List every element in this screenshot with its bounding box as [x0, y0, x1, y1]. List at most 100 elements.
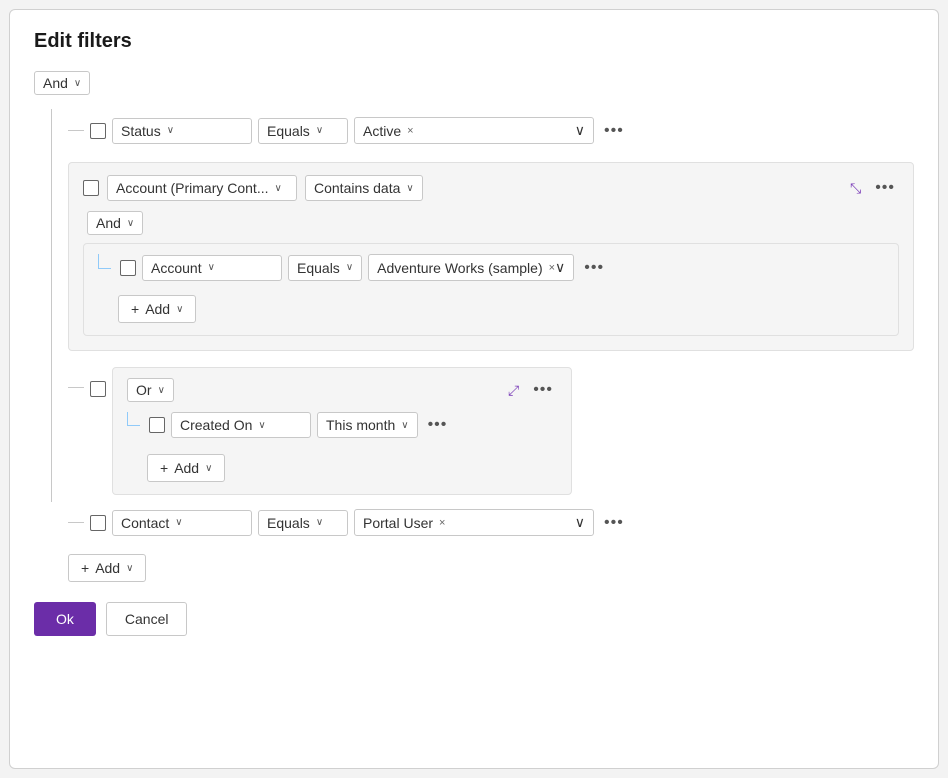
or-add-chevron: ∨	[205, 463, 212, 474]
row1-connector	[68, 130, 84, 131]
status-checkbox[interactable]	[90, 123, 106, 139]
contact-checkbox[interactable]	[90, 515, 106, 531]
contact-operator-select[interactable]: Equals ∨	[258, 510, 348, 536]
account-primary-dots-btn[interactable]: •••	[871, 177, 899, 199]
ok-button[interactable]: Ok	[34, 602, 96, 636]
account-inner-row: Account ∨ Equals ∨ Adventure Works (samp…	[98, 254, 884, 281]
account-primary-header-right: ⤡ •••	[850, 177, 899, 199]
account-primary-field-label: Account (Primary Cont...	[116, 180, 269, 196]
main-add-chevron: ∨	[126, 563, 133, 574]
status-field-select[interactable]: Status ∨	[112, 118, 252, 144]
created-on-operator-select[interactable]: This month ∨	[317, 412, 418, 438]
created-on-field-chevron: ∨	[258, 420, 265, 431]
account-primary-operator-chevron: ∨	[406, 183, 413, 194]
or-add-label: Add	[174, 460, 199, 476]
account-inner-operator-chevron: ∨	[346, 262, 353, 273]
status-value-close[interactable]: ×	[407, 125, 413, 137]
status-value-tag: Active ×	[363, 123, 414, 139]
dialog-title: Edit filters	[34, 30, 914, 53]
status-value-chevron: ∨	[575, 122, 585, 139]
created-on-row: Created On ∨ This month ∨ •••	[127, 412, 557, 438]
inner-add-button[interactable]: + Add ∨	[118, 295, 196, 323]
account-primary-field-chevron: ∨	[275, 183, 282, 194]
or-dots-btn[interactable]: •••	[529, 379, 557, 401]
inner-and-operator-area: And ∨	[87, 211, 899, 235]
account-primary-collapse-icon[interactable]: ⤡	[850, 180, 861, 197]
main-connector-line	[51, 109, 52, 502]
or-group-top-bar: Or ∨ ⤢ •••	[127, 378, 557, 402]
or-add-button[interactable]: + Add ∨	[147, 454, 225, 482]
contact-value-field[interactable]: Portal User × ∨	[354, 509, 594, 536]
inner-add-plus: +	[131, 301, 139, 317]
account-inner-field-label: Account	[151, 260, 202, 276]
inner-add-area: + Add ∨	[118, 289, 884, 323]
account-inner-operator-select[interactable]: Equals ∨	[288, 255, 362, 281]
account-inner-field-select[interactable]: Account ∨	[142, 255, 282, 281]
account-primary-operator-select[interactable]: Contains data ∨	[305, 175, 423, 201]
account-inner-value-chevron: ∨	[555, 259, 565, 276]
or-group-outer-checkbox[interactable]	[90, 381, 106, 397]
contact-value-close[interactable]: ×	[439, 517, 445, 529]
contact-dots-btn[interactable]: •••	[600, 512, 628, 534]
created-on-operator-chevron: ∨	[401, 420, 408, 431]
or-inner-group: Or ∨ ⤢ •••	[112, 367, 572, 495]
status-value-field[interactable]: Active × ∨	[354, 117, 594, 144]
inner-and-button[interactable]: And ∨	[87, 211, 143, 235]
inner-add-label: Add	[145, 301, 170, 317]
account-primary-nested-group: Account (Primary Cont... ∨ Contains data…	[68, 162, 914, 351]
account-inner-group: Account ∨ Equals ∨ Adventure Works (samp…	[83, 243, 899, 336]
or-operator-chevron: ∨	[158, 385, 165, 396]
main-add-plus: +	[81, 560, 89, 576]
created-on-operator-label: This month	[326, 417, 395, 433]
status-dots-btn[interactable]: •••	[600, 120, 628, 142]
account-inner-value-tag: Adventure Works (sample) ×	[377, 260, 555, 276]
main-add-area: + Add ∨	[68, 548, 914, 582]
created-on-field-label: Created On	[180, 417, 252, 433]
bottom-buttons-area: Ok Cancel	[34, 602, 914, 636]
account-inner-value-field[interactable]: Adventure Works (sample) × ∨	[368, 254, 574, 281]
account-inner-field-chevron: ∨	[208, 262, 215, 273]
filters-area: Status ∨ Equals ∨ Active × ∨ •••	[34, 109, 914, 582]
or-operator-button[interactable]: Or ∨	[127, 378, 174, 402]
account-primary-field-select[interactable]: Account (Primary Cont... ∨	[107, 175, 297, 201]
top-and-label: And	[43, 75, 68, 91]
account-primary-group-header: Account (Primary Cont... ∨ Contains data…	[83, 175, 899, 201]
cancel-button[interactable]: Cancel	[106, 602, 188, 636]
or-connector	[68, 387, 84, 388]
contact-operator-label: Equals	[267, 515, 310, 531]
created-on-field-select[interactable]: Created On ∨	[171, 412, 311, 438]
contact-field-select[interactable]: Contact ∨	[112, 510, 252, 536]
account-inner-dots-btn[interactable]: •••	[580, 257, 608, 279]
contact-value-chevron: ∨	[575, 514, 585, 531]
or-operator-label: Or	[136, 382, 152, 398]
inner-and-label: And	[96, 215, 121, 231]
row4-connector	[68, 522, 84, 523]
or-tree-line	[127, 412, 141, 438]
status-operator-chevron: ∨	[316, 125, 323, 136]
status-field-label: Status	[121, 123, 161, 139]
edit-filters-dialog: Edit filters And ∨ Status ∨ Equals ∨ Ac	[9, 9, 939, 769]
status-operator-select[interactable]: Equals ∨	[258, 118, 348, 144]
account-inner-checkbox[interactable]	[120, 260, 136, 276]
top-and-chevron: ∨	[74, 78, 81, 89]
created-on-checkbox[interactable]	[149, 417, 165, 433]
account-inner-operator-label: Equals	[297, 260, 340, 276]
or-collapse-icon[interactable]: ⤢	[508, 382, 519, 399]
main-add-button[interactable]: + Add ∨	[68, 554, 146, 582]
account-primary-operator-label: Contains data	[314, 180, 400, 196]
contact-operator-chevron: ∨	[316, 517, 323, 528]
created-on-dots-btn[interactable]: •••	[424, 414, 452, 436]
status-field-chevron: ∨	[167, 125, 174, 136]
tree-line-left	[98, 254, 112, 281]
top-operator-area: And ∨	[34, 71, 914, 95]
inner-add-chevron: ∨	[176, 304, 183, 315]
contact-field-chevron: ∨	[175, 517, 182, 528]
contact-value-tag: Portal User ×	[363, 515, 445, 531]
account-primary-checkbox[interactable]	[83, 180, 99, 196]
status-filter-row: Status ∨ Equals ∨ Active × ∨ •••	[68, 109, 914, 152]
top-and-button[interactable]: And ∨	[34, 71, 90, 95]
contact-filter-row: Contact ∨ Equals ∨ Portal User × ∨ •••	[68, 501, 914, 544]
status-operator-label: Equals	[267, 123, 310, 139]
account-primary-group-row: Account (Primary Cont... ∨ Contains data…	[68, 152, 914, 361]
or-group-top-right: ⤢ •••	[508, 379, 557, 401]
